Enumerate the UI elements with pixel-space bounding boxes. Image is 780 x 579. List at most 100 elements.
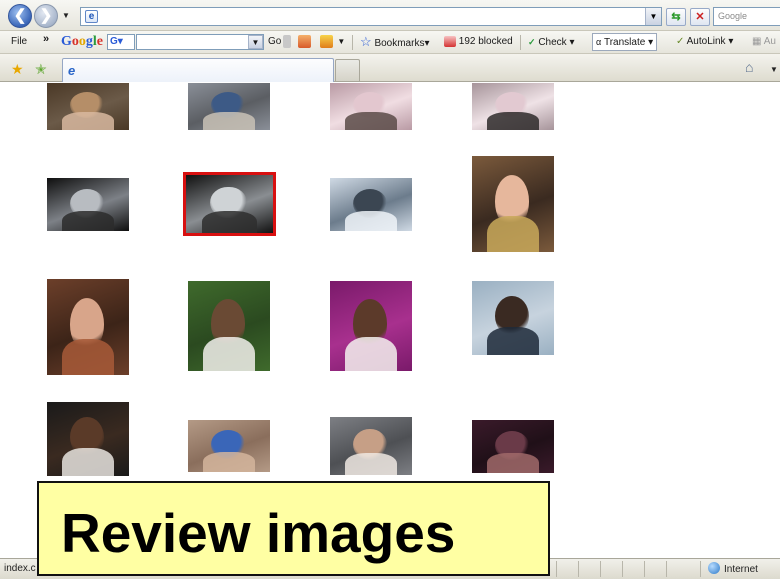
toolbar-icon-group: ▼ <box>283 31 345 53</box>
photo-detail <box>344 112 398 130</box>
photo-portrait-magenta[interactable] <box>330 281 412 371</box>
menu-overflow-chevron[interactable]: » <box>43 28 49 50</box>
autolink-button[interactable]: ✓ AutoLink ▾ <box>676 31 733 53</box>
photo-baby-closeup[interactable] <box>330 417 412 475</box>
autofill-label: Au <box>763 36 776 47</box>
status-pane <box>578 561 600 577</box>
photo-family-living-room[interactable] <box>47 83 129 130</box>
address-toolbar: ❮ ❯ ▼ e ▼ ⇆ ✕ Google <box>0 0 780 31</box>
internet-explorer-icon: e <box>68 63 76 78</box>
autofill-icon: ▦ <box>752 36 762 47</box>
go-button[interactable]: Go <box>268 31 281 53</box>
forward-button[interactable]: ❯ <box>34 4 58 28</box>
status-pane <box>666 561 688 577</box>
arrow-left-icon: ❮ <box>13 7 27 24</box>
photo-portrait-blue[interactable] <box>472 281 554 355</box>
back-button[interactable]: ❮ <box>8 4 32 28</box>
photo-car-window-selected[interactable] <box>183 172 276 236</box>
photo-baby-with-puppy[interactable] <box>472 83 554 130</box>
globe-icon <box>708 562 720 574</box>
separator <box>352 35 353 50</box>
photo-snowy-street[interactable] <box>330 178 412 231</box>
zone-label: Internet <box>724 564 758 575</box>
arrow-right-icon: ❯ <box>39 7 53 24</box>
photo-prom-couple[interactable] <box>47 402 129 476</box>
caption-box: Review images <box>37 481 550 576</box>
google-search-field[interactable] <box>136 34 264 50</box>
google-search-type-button[interactable]: G▾ <box>107 34 135 50</box>
close-icon: ✕ <box>695 11 705 23</box>
photo-woman-glasses[interactable] <box>472 420 554 473</box>
photo-detail <box>344 210 398 231</box>
home-dropdown-button[interactable]: ▼ <box>770 65 778 74</box>
blocked-count: 192 blocked <box>458 36 513 47</box>
google-toolbar: File » Google G▾ ▼ Go ▼ ☆ Bookmarks▾ 192… <box>0 31 780 54</box>
photo-car-interior[interactable] <box>47 178 129 231</box>
photo-baby-pink-blanket[interactable] <box>330 83 412 130</box>
new-tab-button[interactable] <box>335 59 360 81</box>
search-input[interactable]: Google <box>713 7 780 26</box>
tab-active[interactable]: e <box>62 58 334 82</box>
google-logo-letter: o <box>78 34 86 49</box>
translate-button[interactable]: α Translate ▾ <box>592 33 658 51</box>
popup-blocker-button[interactable]: 192 blocked <box>444 31 513 53</box>
status-pane <box>556 561 578 577</box>
tab-bar: ★ ✭ e ⌂ ▼ <box>0 54 780 82</box>
photo-detail <box>202 452 256 472</box>
translate-label: Translate ▾ <box>603 37 654 48</box>
translate-icon: α <box>596 37 602 47</box>
photo-detail <box>344 452 398 475</box>
google-logo-letter: e <box>96 34 103 49</box>
search-placeholder: Google <box>718 11 748 21</box>
google-search-dropdown[interactable]: ▼ <box>248 35 263 49</box>
bookmark-folder-icon[interactable] <box>319 34 333 48</box>
photo-detail <box>201 210 258 233</box>
status-pane <box>644 561 666 577</box>
autofill-button[interactable]: ▦ Au <box>752 31 776 53</box>
photo-detail <box>486 326 540 355</box>
stop-button[interactable]: ✕ <box>690 8 710 26</box>
status-pane <box>622 561 644 577</box>
chevron-down-icon[interactable]: ▼ <box>337 37 345 46</box>
spell-check-button[interactable]: ✓ Check ▾ <box>528 31 574 53</box>
page-icon: e <box>85 10 98 23</box>
photo-girl-outdoors[interactable] <box>188 281 270 371</box>
photo-detail <box>61 112 115 130</box>
photo-toddler-on-floor[interactable] <box>188 420 270 472</box>
google-logo-letter: o <box>71 34 79 49</box>
address-dropdown-button[interactable]: ▼ <box>645 8 661 25</box>
photo-detail <box>486 215 540 252</box>
address-bar[interactable]: e ▼ <box>80 7 662 26</box>
bookmarks-button[interactable]: ☆ Bookmarks▾ <box>360 31 429 53</box>
highlight-icon[interactable] <box>283 34 291 48</box>
photo-detail <box>344 336 398 371</box>
separator <box>520 35 521 50</box>
photo-girl-long-hair[interactable] <box>47 279 129 375</box>
popup-blocked-icon <box>444 35 456 47</box>
photo-baby-on-couch[interactable] <box>188 83 270 130</box>
google-logo-letter: G <box>61 34 72 49</box>
history-dropdown-button[interactable]: ▼ <box>62 11 70 20</box>
refresh-icon: ⇆ <box>671 11 681 23</box>
status-text: index.c <box>4 563 36 574</box>
refresh-button[interactable]: ⇆ <box>666 8 686 26</box>
photo-detail <box>61 210 115 231</box>
add-favorite-icon[interactable]: ✭ <box>35 61 47 78</box>
photo-detail <box>486 452 540 473</box>
autolink-icon: ✓ <box>676 36 685 47</box>
star-icon: ☆ <box>360 34 372 49</box>
photo-couple-selfie[interactable] <box>472 156 554 252</box>
photo-detail <box>202 336 256 371</box>
google-logo[interactable]: Google <box>61 31 103 53</box>
menu-file[interactable]: File <box>11 31 27 53</box>
popup-icon[interactable] <box>297 34 311 48</box>
check-label: Check ▾ <box>538 37 575 48</box>
google-logo-letter: g <box>85 34 93 49</box>
photo-detail <box>486 112 540 130</box>
caption-text: Review images <box>61 502 456 564</box>
home-icon[interactable]: ⌂ <box>745 59 753 75</box>
spellcheck-icon: ✓ <box>528 37 536 47</box>
photo-detail <box>61 338 115 375</box>
favorites-star-icon[interactable]: ★ <box>11 61 24 78</box>
autolink-label: AutoLink ▾ <box>686 36 734 47</box>
